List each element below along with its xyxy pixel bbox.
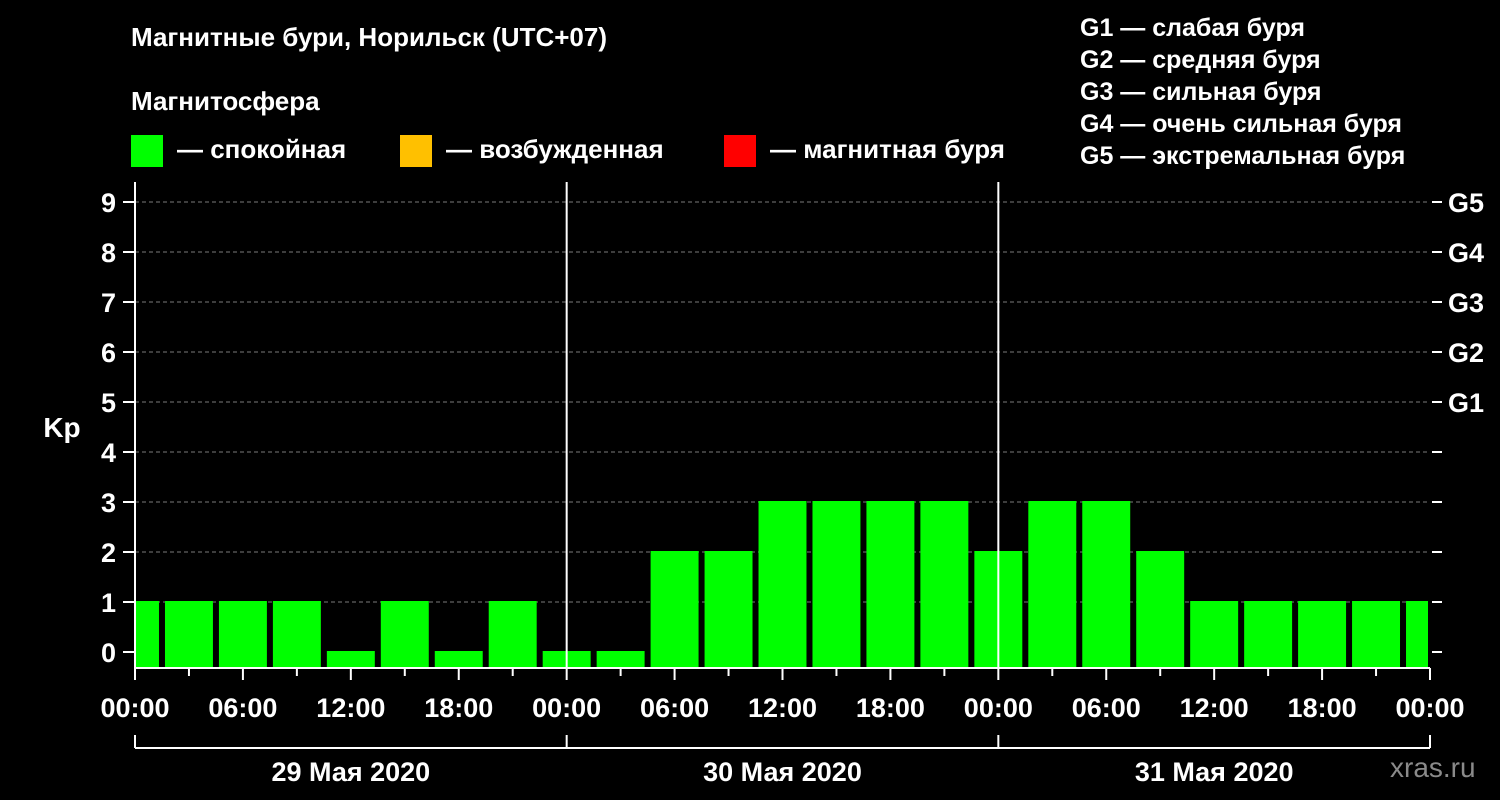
kp-bar-10	[650, 551, 699, 668]
y-axis-label: Kp	[43, 412, 80, 443]
kp-bar-11	[704, 551, 753, 668]
kp-bar-4	[326, 651, 375, 668]
y-tick-label-3: 3	[101, 488, 116, 518]
g-level-label-g2: G2	[1448, 338, 1484, 368]
kp-bar-12	[758, 501, 807, 668]
y-tick-label-0: 0	[101, 638, 116, 668]
kp-bar-1	[164, 601, 213, 668]
kp-bar-6	[434, 651, 483, 668]
kp-bar-21	[1244, 601, 1293, 668]
kp-bar-19	[1136, 551, 1185, 668]
x-tick-label-12: 00:00	[1395, 693, 1464, 723]
kp-bar-2	[218, 601, 267, 668]
g-level-label-g5: G5	[1448, 188, 1484, 218]
kp-bar-18	[1082, 501, 1131, 668]
x-tick-label-0: 00:00	[100, 693, 169, 723]
kp-bar-5	[380, 601, 429, 668]
x-tick-label-9: 06:00	[1072, 693, 1141, 723]
kp-bar-17	[1028, 501, 1077, 668]
watermark: xras.ru	[1390, 752, 1476, 783]
kp-bar-23	[1352, 601, 1401, 668]
day-label-0: 29 Мая 2020	[271, 757, 430, 787]
y-tick-label-2: 2	[101, 538, 116, 568]
y-tick-label-9: 9	[101, 188, 116, 218]
x-tick-label-3: 18:00	[424, 693, 493, 723]
kp-bar-13	[812, 501, 861, 668]
day-label-1: 30 Мая 2020	[703, 757, 862, 787]
kp-bar-24	[1406, 601, 1428, 668]
x-tick-label-5: 06:00	[640, 693, 709, 723]
kp-bar-20	[1190, 601, 1239, 668]
g-level-label-g4: G4	[1448, 238, 1484, 268]
kp-bar-0	[136, 601, 159, 668]
x-tick-label-11: 18:00	[1288, 693, 1357, 723]
kp-bar-7	[488, 601, 537, 668]
y-tick-label-7: 7	[101, 288, 116, 318]
kp-bar-14	[866, 501, 915, 668]
x-tick-label-4: 00:00	[532, 693, 601, 723]
g-level-label-g3: G3	[1448, 288, 1484, 318]
kp-bar-15	[920, 501, 969, 668]
y-tick-label-8: 8	[101, 238, 116, 268]
x-tick-label-7: 18:00	[856, 693, 925, 723]
y-tick-label-4: 4	[101, 438, 116, 468]
kp-bar-22	[1298, 601, 1347, 668]
x-tick-label-10: 12:00	[1180, 693, 1249, 723]
x-tick-label-8: 00:00	[964, 693, 1033, 723]
y-tick-label-5: 5	[101, 388, 116, 418]
kp-bar-9	[596, 651, 645, 668]
y-tick-label-6: 6	[101, 338, 116, 368]
day-label-2: 31 Мая 2020	[1135, 757, 1294, 787]
kp-chart: 0 1 2 3 4 5 6 7 8 9 G1 G2 G3 G4 G5 00:00 06:00 12:00 18:00…	[43, 182, 1484, 787]
x-tick-label-1: 06:00	[208, 693, 277, 723]
x-tick-label-6: 12:00	[748, 693, 817, 723]
x-tick-label-2: 12:00	[316, 693, 385, 723]
g-level-label-g1: G1	[1448, 388, 1484, 418]
y-tick-label-1: 1	[101, 588, 116, 618]
kp-bar-3	[272, 601, 321, 668]
